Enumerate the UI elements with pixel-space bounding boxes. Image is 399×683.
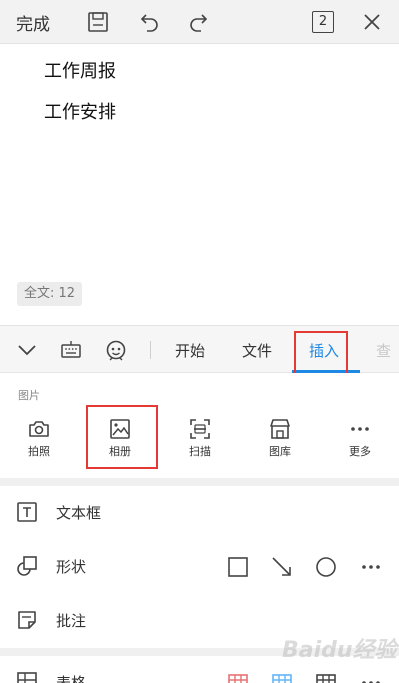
keyboard-icon[interactable]: [59, 338, 83, 362]
page-count-button[interactable]: 2: [312, 11, 334, 33]
comment-icon: [18, 611, 36, 629]
table-icon: [17, 672, 37, 683]
done-button[interactable]: 完成: [16, 10, 50, 35]
tab-start[interactable]: 开始: [175, 340, 205, 361]
gallery-label: 图库: [269, 445, 291, 458]
textbox-icon: [17, 502, 37, 522]
top-bar: 完成 2: [0, 0, 399, 44]
word-count-badge: 全文: 12: [17, 282, 83, 306]
save-icon[interactable]: [86, 10, 110, 34]
tab-separator: [150, 341, 151, 359]
comment-label: 批注: [56, 612, 87, 630]
arrow-shape-icon[interactable]: [270, 555, 294, 579]
red-table-style-icon[interactable]: [226, 671, 250, 683]
tab-file[interactable]: 文件: [242, 340, 272, 361]
document-line[interactable]: 工作安排: [44, 98, 116, 124]
document-area[interactable]: 工作周报 工作安排 全文: 12: [0, 45, 399, 325]
more-icon: [351, 427, 369, 431]
textbox-label: 文本框: [56, 504, 102, 522]
shape-row[interactable]: 形状: [0, 540, 399, 594]
scan-icon: [190, 419, 210, 439]
section-title: 图片: [18, 389, 40, 402]
more-label: 更多: [349, 445, 371, 458]
store-icon: [270, 419, 290, 439]
blue-table-style-icon[interactable]: [270, 671, 294, 683]
close-icon[interactable]: [360, 10, 384, 34]
gallery-button[interactable]: 图库: [250, 417, 310, 467]
more-shapes-icon[interactable]: [359, 555, 383, 579]
photo-label: 拍照: [28, 445, 50, 458]
textbox-row[interactable]: 文本框: [0, 486, 399, 540]
scan-button[interactable]: 扫描: [170, 417, 230, 467]
assistant-icon[interactable]: [104, 338, 128, 362]
scan-label: 扫描: [189, 445, 211, 458]
section-divider: [0, 478, 399, 486]
circle-shape-icon[interactable]: [314, 555, 338, 579]
more-button[interactable]: 更多: [330, 417, 390, 467]
document-line[interactable]: 工作周报: [44, 57, 116, 83]
collapse-chevron-icon[interactable]: [15, 338, 39, 362]
more-tables-icon[interactable]: [359, 671, 383, 683]
highlight-box-insert-tab: [294, 331, 348, 377]
plain-table-style-icon[interactable]: [314, 671, 338, 683]
table-label: 表格: [56, 674, 87, 683]
rectangle-shape-icon[interactable]: [226, 555, 250, 579]
undo-icon[interactable]: [138, 10, 162, 34]
shape-label: 形状: [56, 558, 87, 576]
pictures-section: 图片 拍照 相册 扫描 图库 更多: [0, 373, 399, 478]
tab-review[interactable]: 查: [376, 340, 391, 361]
highlight-box-album: [86, 405, 158, 469]
watermark: Baidu经验: [282, 638, 397, 663]
photo-button[interactable]: 拍照: [9, 417, 69, 467]
redo-icon[interactable]: [186, 10, 210, 34]
shape-icon: [17, 556, 37, 576]
camera-icon: [29, 421, 49, 437]
